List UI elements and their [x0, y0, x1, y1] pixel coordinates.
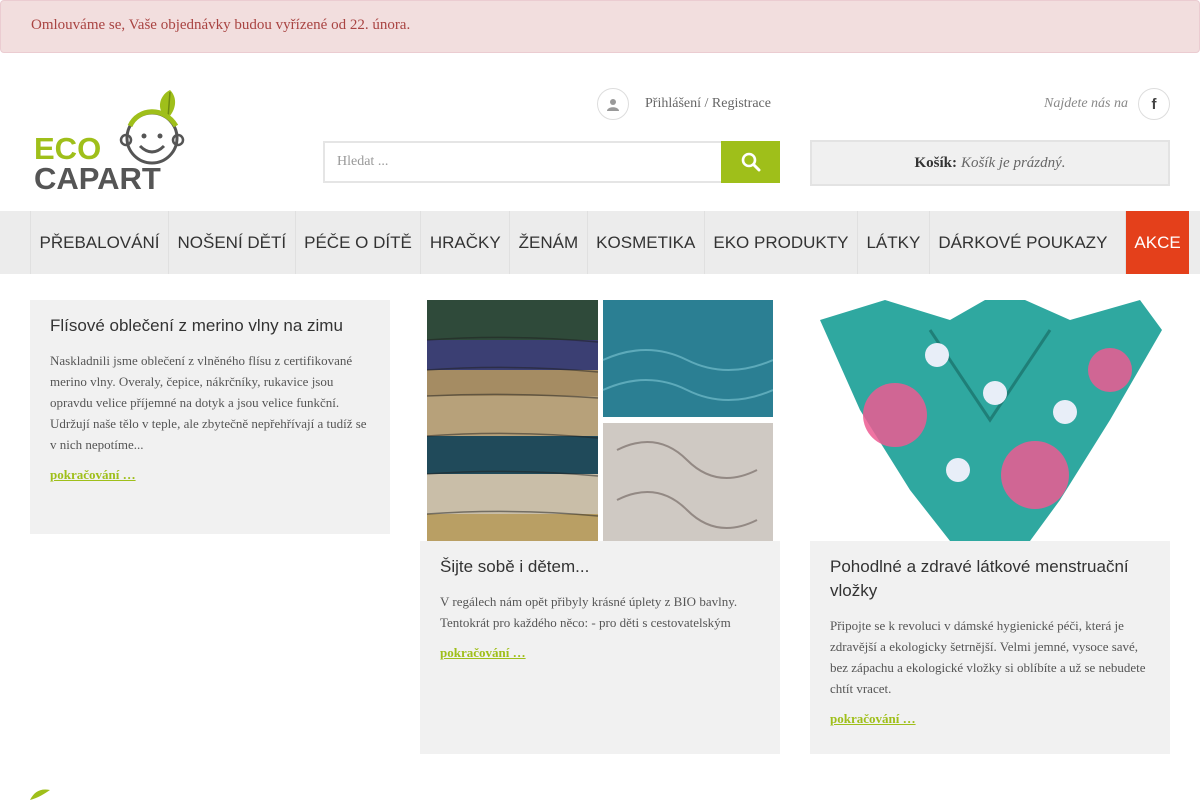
nav-item-zenam[interactable]: ŽENÁM [509, 211, 587, 274]
facebook-icon[interactable]: f [1138, 88, 1170, 120]
read-more-link[interactable]: pokračování … [830, 711, 1150, 727]
read-more-link[interactable]: pokračování … [440, 645, 760, 661]
nav-item-eko-produkty[interactable]: EKO PRODUKTY [703, 211, 857, 274]
notice-banner: Omlouváme se, Vaše objednávky budou vyří… [0, 0, 1200, 53]
footer-leaf-icon [30, 789, 50, 800]
account-links: Přihlášení / Registrace [597, 88, 771, 120]
search-button[interactable] [721, 141, 780, 183]
article-card: Šijte sobě i dětem... V regálech nám opě… [420, 541, 780, 754]
user-icon[interactable] [597, 88, 629, 120]
article-card: Flísové oblečení z merino vlny na zimu N… [30, 300, 390, 534]
site-logo[interactable]: ECO CAPART [30, 86, 190, 194]
social-links: Najdete nás na f [1044, 88, 1170, 120]
cart-status: Košík je prázdný. [960, 154, 1066, 171]
article-title[interactable]: Flísové oblečení z merino vlny na zimu [50, 314, 370, 338]
find-us-label: Najdete nás na [1044, 96, 1128, 111]
login-register: Přihlášení / Registrace [645, 96, 771, 112]
article-title[interactable]: Pohodlné a zdravé látkové menstruační vl… [830, 555, 1150, 603]
nav-item-hracky[interactable]: HRAČKY [420, 211, 509, 274]
article-card: Pohodlné a zdravé látkové menstruační vl… [810, 541, 1170, 754]
notice-text: Omlouváme se, Vaše objednávky budou vyří… [31, 17, 411, 33]
login-link[interactable]: Přihlášení [645, 96, 701, 111]
site-header: ECO CAPART Přihlášení / Registrace Najde… [0, 53, 1200, 211]
article-excerpt: V regálech nám opět přibyly krásné úplet… [440, 594, 738, 630]
nav-item-prebalovani[interactable]: PŘEBALOVÁNÍ [30, 211, 168, 274]
cloth-pads-image[interactable] [810, 300, 1170, 541]
fabric-collage-image[interactable] [427, 300, 773, 541]
nav-item-darkove-poukazy[interactable]: DÁRKOVÉ POUKAZY [928, 211, 1116, 274]
main-nav: PŘEBALOVÁNÍ NOŠENÍ DĚTÍ PÉČE O DÍTĚ HRAČ… [0, 211, 1200, 274]
logo-text-capart: CAPART [34, 161, 161, 194]
unicorn-fabric-photo [603, 423, 773, 541]
mermaid-fabric-photo [602, 300, 773, 417]
article-title[interactable]: Šijte sobě i dětem... [440, 555, 760, 579]
fabric-stack-photo [427, 300, 599, 541]
login-separator: / [701, 96, 712, 111]
read-more-link[interactable]: pokračování … [50, 467, 370, 483]
register-link[interactable]: Registrace [712, 96, 771, 111]
search-icon [741, 152, 760, 172]
nav-item-kosmetika[interactable]: KOSMETIKA [586, 211, 704, 274]
search-input[interactable] [323, 141, 721, 183]
article-excerpt: Naskladnili jsme oblečení z vlněného flí… [50, 353, 367, 452]
nav-item-latky[interactable]: LÁTKY [856, 211, 929, 274]
cart-label: Košík: [914, 154, 957, 171]
nav-item-pece-o-dite[interactable]: PÉČE O DÍTĚ [294, 211, 421, 274]
cart-widget[interactable]: Košík: Košík je prázdný. [810, 140, 1170, 186]
article-excerpt: Připojte se k revoluci v dámské hygienic… [830, 618, 1146, 696]
nav-item-akce[interactable]: AKCE [1124, 211, 1190, 274]
nav-item-noseni-deti[interactable]: NOŠENÍ DĚTÍ [168, 211, 295, 274]
